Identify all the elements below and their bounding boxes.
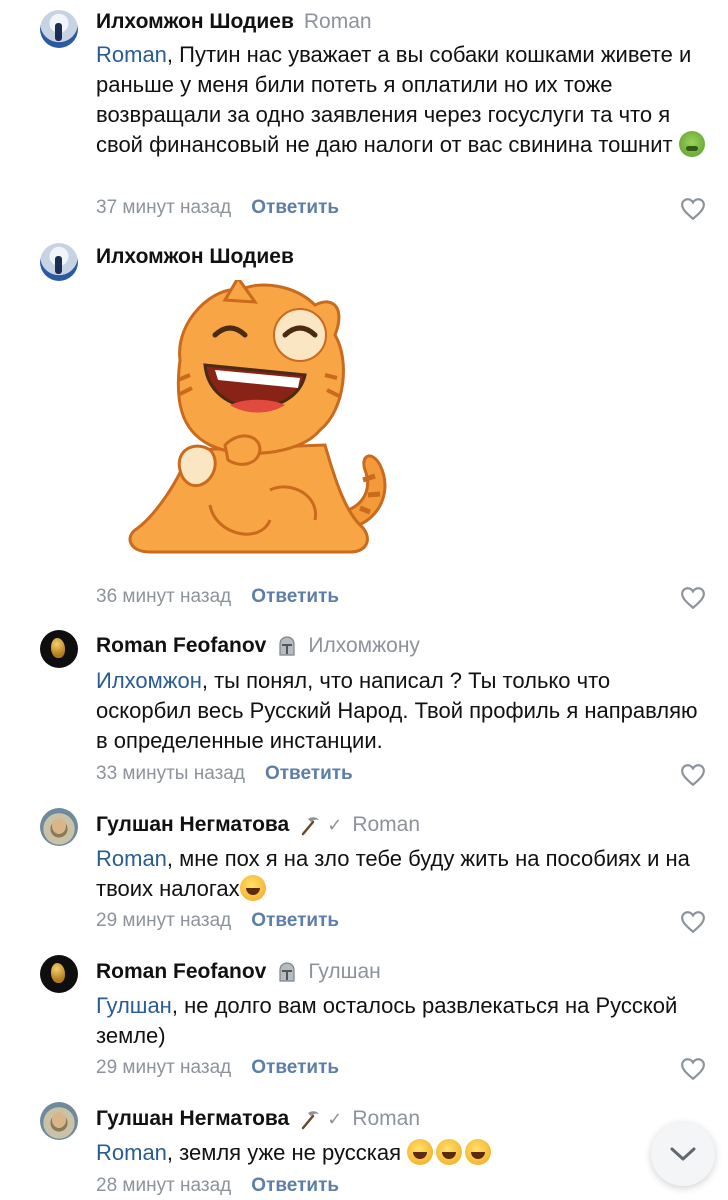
checkmark-icon: ✓ xyxy=(327,814,343,835)
avatar[interactable] xyxy=(40,630,78,668)
comment-meta: 29 минут назад Ответить xyxy=(96,910,339,932)
comment-text: Гулшан, не долго вам осталось развлекать… xyxy=(96,991,706,1051)
comment-text: Roman, земля уже не русская xyxy=(96,1138,706,1168)
mention-link[interactable]: Roman xyxy=(96,846,167,871)
author-name[interactable]: Roman Feofanov xyxy=(96,960,266,984)
timestamp: 29 минут назад xyxy=(96,1057,232,1078)
timestamp: 37 минут назад xyxy=(96,197,232,218)
comment-body: , Путин нас уважает а вы собаки кошками … xyxy=(96,42,692,157)
comment-header: Илхомжон Шодиев Roman xyxy=(96,10,372,34)
reply-button[interactable]: Ответить xyxy=(251,1175,339,1197)
reply-to[interactable]: Гулшан xyxy=(308,960,380,984)
reply-to[interactable]: Илхомжону xyxy=(308,634,420,658)
mention-link[interactable]: Гулшан xyxy=(96,993,172,1018)
rofl-emoji xyxy=(239,875,266,901)
author-name[interactable]: Илхомжон Шодиев xyxy=(96,10,294,34)
comment-body: , не долго вам осталось развлекаться на … xyxy=(96,993,678,1048)
reply-button[interactable]: Ответить xyxy=(251,910,339,932)
comment-text: Илхомжон, ты понял, что написал ? Ты тол… xyxy=(96,666,706,756)
pickaxe-icon xyxy=(301,1111,320,1130)
comment-meta: 33 минуты назад Ответить xyxy=(96,763,353,785)
laughing-cat-sticker xyxy=(128,280,387,554)
reply-to[interactable]: Roman xyxy=(352,1107,420,1131)
avatar[interactable] xyxy=(40,955,78,993)
heart-outline-icon[interactable] xyxy=(680,910,706,934)
rofl-emoji xyxy=(436,1139,463,1165)
chevron-down-icon xyxy=(670,1147,696,1161)
comment-header: Roman Feofanov Гулшан xyxy=(96,960,381,984)
comment-text: Roman, Путин нас уважает а вы собаки кош… xyxy=(96,40,706,160)
timestamp: 33 минуты назад xyxy=(96,763,245,784)
reply-to[interactable]: Roman xyxy=(352,813,420,837)
comment-meta: 36 минут назад Ответить xyxy=(96,586,339,608)
knight-helmet-icon xyxy=(279,636,295,656)
comment-header: Илхомжон Шодиев xyxy=(96,245,294,269)
timestamp: 28 минут назад xyxy=(96,1175,232,1196)
comment-meta: 29 минут назад Ответить xyxy=(96,1057,339,1079)
reply-button[interactable]: Ответить xyxy=(251,197,339,219)
heart-outline-icon[interactable] xyxy=(680,763,706,787)
comment-header: Roman Feofanov Илхомжону xyxy=(96,634,420,658)
heart-outline-icon[interactable] xyxy=(680,197,706,221)
nauseated-face-emoji xyxy=(678,131,705,157)
comment-body: , земля уже не русская xyxy=(166,1140,402,1165)
avatar[interactable] xyxy=(40,243,78,281)
reply-to[interactable]: Roman xyxy=(304,10,372,34)
reply-button[interactable]: Ответить xyxy=(251,586,339,608)
avatar[interactable] xyxy=(40,1102,78,1140)
rofl-emoji xyxy=(407,1139,434,1165)
comment-body: , мне пох я на зло тебе буду жить на пос… xyxy=(96,846,690,901)
timestamp: 29 минут назад xyxy=(96,910,232,931)
heart-outline-icon[interactable] xyxy=(680,586,706,610)
mention-link[interactable]: Roman xyxy=(96,42,167,67)
comment-text: Roman, мне пох я на зло тебе буду жить н… xyxy=(96,844,706,904)
pickaxe-icon xyxy=(301,817,320,836)
author-name[interactable]: Roman Feofanov xyxy=(96,634,266,658)
heart-outline-icon[interactable] xyxy=(680,1057,706,1081)
author-name[interactable]: Илхомжон Шодиев xyxy=(96,245,294,269)
scroll-down-button[interactable] xyxy=(651,1122,715,1186)
comment-meta: 37 минут назад Ответить xyxy=(96,197,339,219)
comment-meta: 28 минут назад Ответить xyxy=(96,1175,339,1197)
reply-button[interactable]: Ответить xyxy=(251,1057,339,1079)
timestamp: 36 минут назад xyxy=(96,586,232,607)
avatar[interactable] xyxy=(40,808,78,846)
author-name[interactable]: Гулшан Негматова xyxy=(96,813,289,837)
avatar[interactable] xyxy=(40,10,78,48)
checkmark-icon: ✓ xyxy=(327,1108,343,1129)
mention-link[interactable]: Илхомжон xyxy=(96,668,202,693)
author-name[interactable]: Гулшан Негматова xyxy=(96,1107,289,1131)
comment-header: Гулшан Негматова ✓ Roman xyxy=(96,813,420,837)
comment-header: Гулшан Негматова ✓ Roman xyxy=(96,1107,420,1131)
reply-button[interactable]: Ответить xyxy=(265,763,353,785)
knight-helmet-icon xyxy=(279,962,295,982)
mention-link[interactable]: Roman xyxy=(96,1140,167,1165)
rofl-emoji xyxy=(465,1139,492,1165)
